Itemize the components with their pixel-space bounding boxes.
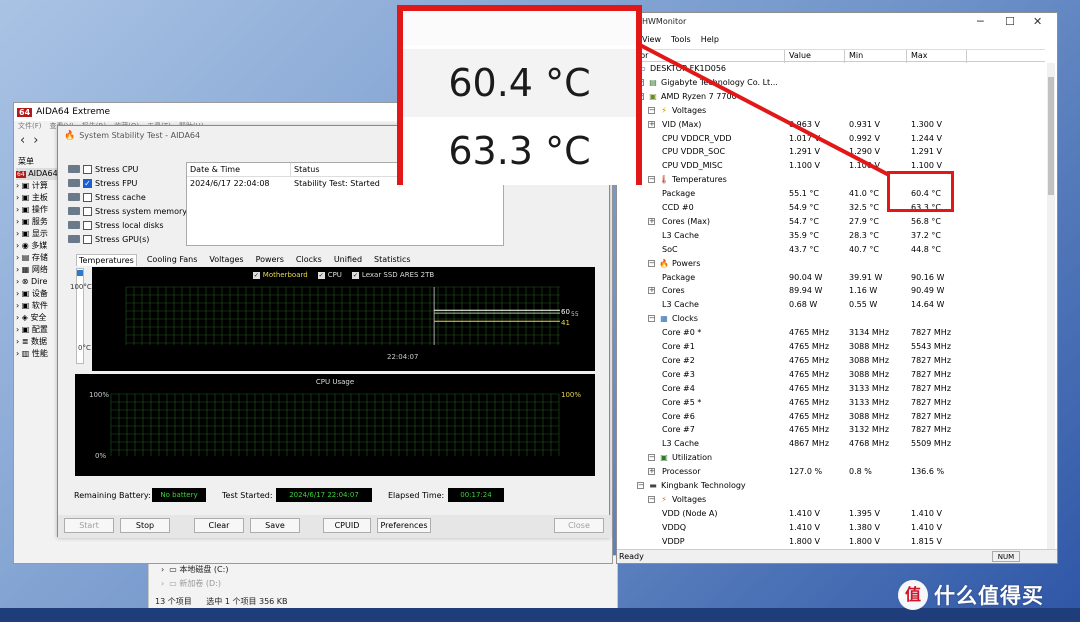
annotation-highlight-box	[887, 171, 954, 212]
callout-background	[403, 11, 636, 45]
annotation-arrow-line	[639, 43, 890, 177]
zoom-callout: 60.4 °C 63.3 °C	[397, 5, 642, 185]
zoom-ccd-max-temp: 63.3 °C	[403, 117, 636, 185]
zoom-package-max-temp: 60.4 °C	[403, 49, 636, 117]
